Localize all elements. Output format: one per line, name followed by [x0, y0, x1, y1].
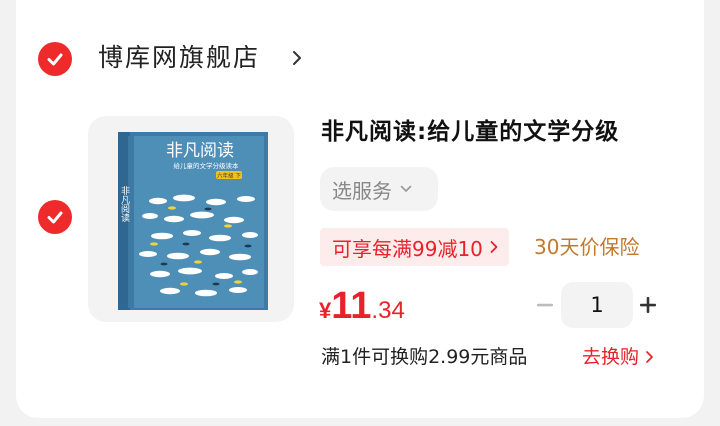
trade-in-text: 满1件可换购2.99元商品	[321, 346, 528, 368]
promo-tag[interactable]: 可享每满99减10	[320, 228, 509, 266]
store-select-checkbox[interactable]	[38, 42, 72, 76]
book-cover-image: 非凡阅读 给儿童的文学分级读本 六年级 下 非凡阅读	[118, 132, 268, 310]
chevron-down-icon	[400, 185, 412, 192]
price-integer: 11	[331, 285, 372, 327]
trade-in-link[interactable]: 去换购	[582, 342, 654, 372]
select-service-button[interactable]: 选服务	[320, 167, 438, 211]
product-price: ¥11.34	[319, 286, 405, 334]
currency-symbol: ¥	[319, 298, 332, 323]
chevron-right-icon	[646, 351, 653, 363]
cover-title: 非凡阅读	[166, 141, 234, 161]
price-decimal: .34	[371, 297, 405, 324]
cover-spine-text: 非凡阅读	[119, 185, 130, 223]
chevron-right-icon	[490, 241, 498, 253]
cover-subtitle: 给儿童的文学分级读本	[174, 161, 240, 170]
trade-in-link-label: 去换购	[582, 346, 640, 368]
item-select-checkbox[interactable]	[38, 200, 72, 234]
price-guarantee-label: 30天价保险	[534, 235, 640, 259]
store-name[interactable]: 博库网旗舰店	[98, 40, 260, 76]
checkmark-icon	[47, 211, 63, 224]
decrease-quantity-button[interactable]	[534, 294, 556, 316]
chevron-right-icon[interactable]	[290, 48, 304, 68]
select-service-label: 选服务	[332, 178, 392, 203]
checkmark-icon	[47, 53, 63, 66]
product-image[interactable]: 非凡阅读 给儿童的文学分级读本 六年级 下 非凡阅读	[88, 116, 294, 322]
promo-label: 可享每满99减10	[332, 236, 483, 261]
quantity-input[interactable]: 1	[561, 282, 633, 328]
cover-badge: 六年级 下	[217, 172, 241, 180]
increase-quantity-button[interactable]	[637, 294, 659, 316]
product-title[interactable]: 非凡阅读:给儿童的文学分级	[321, 115, 619, 149]
